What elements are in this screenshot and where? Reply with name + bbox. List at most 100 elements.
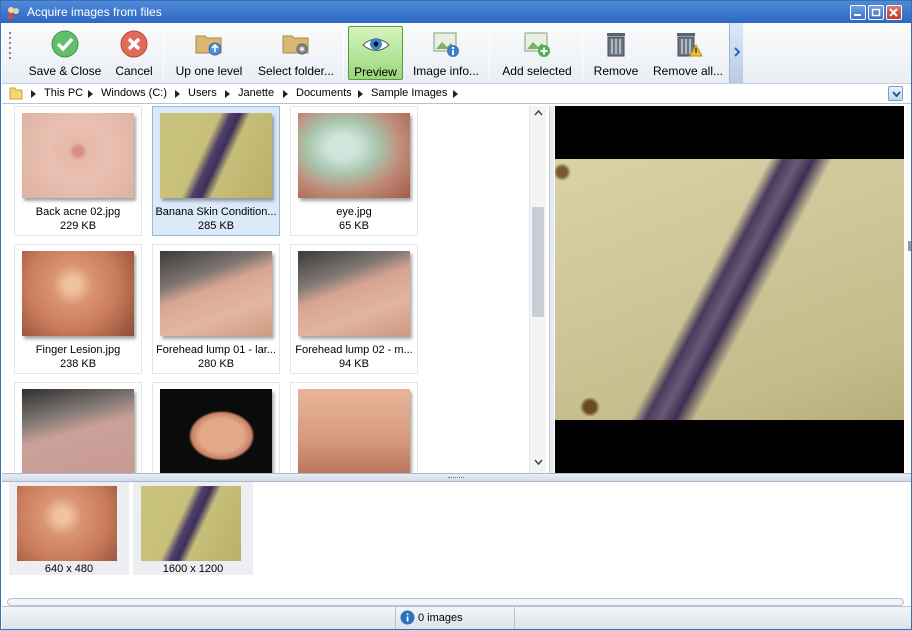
select-folder-label: Select folder... bbox=[257, 64, 335, 78]
scrollbar-thumb[interactable] bbox=[532, 207, 544, 317]
acquire-images-window: Acquire images from files Save & Close C… bbox=[0, 0, 912, 630]
thumbnail-name: Back acne 02.jpg bbox=[35, 206, 121, 218]
save-close-button[interactable]: Save & Close bbox=[22, 26, 108, 80]
remove-button[interactable]: Remove bbox=[590, 26, 642, 80]
status-image-count: 0 images bbox=[395, 607, 515, 629]
breadcrumb-arrow-icon[interactable] bbox=[453, 90, 458, 98]
preview-button[interactable]: Preview bbox=[348, 26, 403, 80]
thumbnail-item[interactable]: Banana Skin Condition... 285 KB bbox=[152, 106, 280, 236]
thumbnail-image bbox=[298, 251, 410, 336]
thumbnail-image bbox=[298, 113, 410, 198]
selected-image-item[interactable]: 1600 x 1200 bbox=[133, 482, 253, 575]
close-icon bbox=[889, 8, 898, 17]
breadcrumb: This PC Windows (C:) Users Janette Docum… bbox=[2, 84, 911, 104]
toolbar-grip[interactable] bbox=[5, 29, 15, 79]
selected-images-strip: 640 x 480 1600 x 1200 bbox=[2, 482, 911, 596]
thumbnail-item[interactable]: eye.jpg 65 KB bbox=[290, 106, 418, 236]
breadcrumb-arrow-icon[interactable] bbox=[88, 90, 93, 98]
thumbnail-item[interactable] bbox=[14, 382, 142, 473]
thumbnail-image bbox=[22, 389, 134, 473]
minimize-icon bbox=[854, 14, 861, 16]
breadcrumb-this-pc[interactable]: This PC bbox=[44, 87, 83, 99]
breadcrumb-janette[interactable]: Janette bbox=[238, 87, 274, 99]
thumbnail-item[interactable]: Forehead lump 01 - lar... 280 KB bbox=[152, 244, 280, 374]
toolbar-separator bbox=[489, 27, 490, 79]
toolbar-separator bbox=[582, 27, 583, 79]
remove-label: Remove bbox=[593, 64, 639, 78]
thumbnail-size: 238 KB bbox=[59, 358, 97, 370]
selected-image-dimensions: 1600 x 1200 bbox=[162, 563, 224, 575]
thumbnail-image bbox=[22, 251, 134, 336]
thumbnail-item[interactable]: Forehead lump 02 - m... 94 KB bbox=[290, 244, 418, 374]
select-folder-button[interactable]: Select folder... bbox=[254, 26, 338, 80]
breadcrumb-documents[interactable]: Documents bbox=[296, 87, 352, 99]
folder-up-icon bbox=[195, 35, 222, 56]
thumbnail-item[interactable]: Back acne 02.jpg 229 KB bbox=[14, 106, 142, 236]
trash-warning-icon bbox=[677, 33, 703, 57]
cancel-button[interactable]: Cancel bbox=[110, 26, 158, 80]
remove-all-label: Remove all... bbox=[652, 64, 724, 78]
thumbnail-size: 65 KB bbox=[339, 220, 369, 232]
breadcrumb-users[interactable]: Users bbox=[188, 87, 217, 99]
status-bar: 0 images bbox=[2, 606, 911, 629]
save-close-label: Save & Close bbox=[28, 64, 102, 78]
app-icon bbox=[8, 7, 19, 19]
preview-label: Preview bbox=[354, 65, 397, 79]
thumbnail-item[interactable] bbox=[152, 382, 280, 473]
eye-icon bbox=[361, 38, 390, 51]
thumbnail-image bbox=[160, 389, 272, 473]
up-one-level-button[interactable]: Up one level bbox=[170, 26, 248, 80]
breadcrumb-windows-c[interactable]: Windows (C:) bbox=[101, 87, 167, 99]
toolbar-overflow-button[interactable] bbox=[729, 23, 743, 83]
breadcrumb-history-dropdown[interactable] bbox=[888, 86, 903, 101]
add-selected-label: Add selected bbox=[502, 64, 572, 78]
check-icon bbox=[51, 30, 79, 58]
toolbar-separator bbox=[163, 27, 164, 79]
scroll-up-icon[interactable] bbox=[534, 110, 543, 116]
right-edge-grip[interactable] bbox=[908, 241, 911, 251]
folder-icon bbox=[9, 87, 23, 100]
minimize-button[interactable] bbox=[850, 5, 866, 20]
thumbnail-image bbox=[22, 113, 134, 198]
thumbnail-image bbox=[298, 389, 410, 473]
title-bar: Acquire images from files bbox=[1, 1, 911, 23]
maximize-icon bbox=[871, 8, 881, 17]
image-info-button[interactable]: Image info... bbox=[408, 26, 484, 80]
chevron-right-icon bbox=[734, 47, 741, 57]
selected-image-thumbnail bbox=[141, 486, 241, 561]
pane-splitter[interactable] bbox=[549, 106, 554, 473]
selected-image-thumbnail bbox=[17, 486, 117, 561]
thumbnail-item[interactable]: Finger Lesion.jpg 238 KB bbox=[14, 244, 142, 374]
breadcrumb-arrow-icon[interactable] bbox=[283, 90, 288, 98]
thumbnail-grid: Back acne 02.jpg 229 KB Banana Skin Cond… bbox=[6, 106, 546, 473]
thumbnail-name: Banana Skin Condition... bbox=[155, 206, 277, 218]
chevron-down-icon bbox=[892, 91, 901, 98]
maximize-button[interactable] bbox=[868, 5, 884, 20]
thumbnail-name: eye.jpg bbox=[336, 206, 372, 218]
close-button[interactable] bbox=[886, 5, 902, 20]
thumbnail-image bbox=[160, 113, 272, 198]
breadcrumb-arrow-icon[interactable] bbox=[225, 90, 230, 98]
thumbnail-name: Finger Lesion.jpg bbox=[35, 344, 121, 356]
preview-image bbox=[555, 159, 904, 420]
breadcrumb-arrow-icon[interactable] bbox=[175, 90, 180, 98]
scroll-down-icon[interactable] bbox=[534, 459, 543, 465]
thumbnail-size: 285 KB bbox=[197, 220, 235, 232]
selected-image-item[interactable]: 640 x 480 bbox=[9, 482, 129, 575]
breadcrumb-sample-images[interactable]: Sample Images bbox=[371, 87, 447, 99]
add-selected-button[interactable]: Add selected bbox=[496, 26, 578, 80]
window-title: Acquire images from files bbox=[27, 5, 162, 19]
thumbnail-item[interactable] bbox=[290, 382, 418, 473]
thumbnail-name: Forehead lump 01 - lar... bbox=[156, 344, 276, 356]
selected-strip-scrollbar[interactable] bbox=[7, 598, 904, 606]
toolbar-separator bbox=[343, 27, 344, 79]
horizontal-splitter[interactable] bbox=[2, 473, 911, 482]
remove-all-button[interactable]: Remove all... bbox=[649, 26, 727, 80]
image-info-icon bbox=[433, 32, 459, 57]
thumbnail-grid-scrollbar[interactable] bbox=[529, 106, 546, 473]
thumbnail-size: 229 KB bbox=[59, 220, 97, 232]
cancel-icon bbox=[120, 30, 148, 58]
thumbnail-name: Forehead lump 02 - m... bbox=[295, 344, 413, 356]
toolbar: Save & Close Cancel Up one level Select … bbox=[2, 23, 911, 84]
breadcrumb-arrow-icon[interactable] bbox=[358, 90, 363, 98]
